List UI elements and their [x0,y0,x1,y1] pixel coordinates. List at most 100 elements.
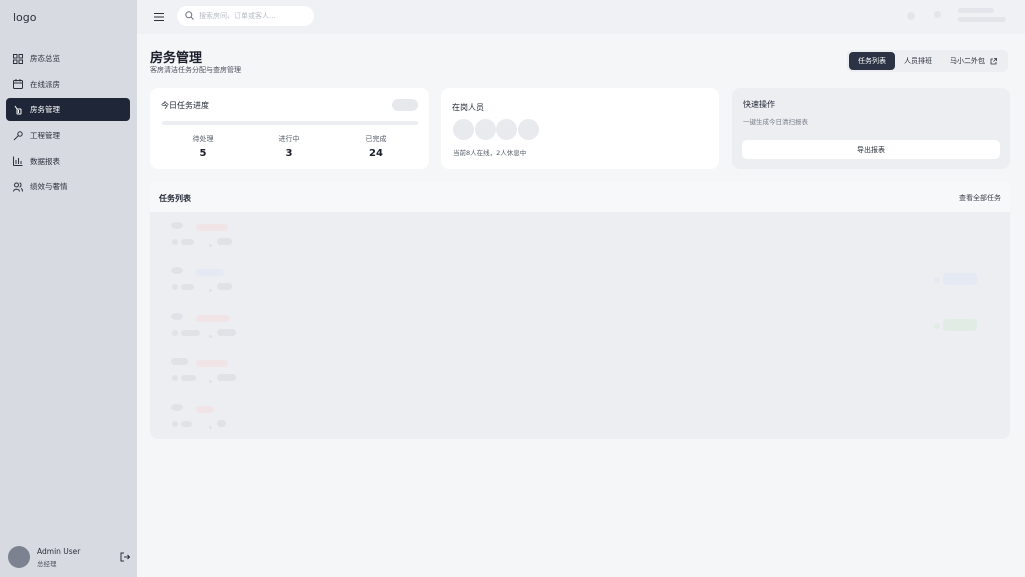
notification-icon[interactable] [907,12,915,20]
search-icon [185,10,194,22]
progress-bar [162,121,418,125]
settings-icon[interactable] [934,11,941,18]
broom-icon [13,105,23,115]
skeleton-block [217,329,236,336]
skeleton-block [172,239,178,245]
sidebar-item-room-overview[interactable]: 房态总览 [6,47,130,70]
wrench-icon [13,130,23,141]
skeleton-block [217,283,232,290]
skeleton-block [196,269,224,276]
skeleton-block [934,277,940,283]
tab-staff-schedule[interactable]: 人员排班 [895,52,941,70]
skeleton-block [171,313,183,320]
tab-label: 马小二外包 [950,57,985,65]
card-title: 今日任务进度 [161,101,209,110]
skeleton-block [171,358,188,365]
staff-status-text: 当前8人在线，2人休息中 [453,149,527,157]
skeleton-badge [943,273,977,285]
list-item[interactable] [150,402,1010,442]
logout-icon[interactable] [120,552,130,562]
skeleton-badge [943,319,977,331]
top-header [137,0,1025,34]
skeleton-block [181,239,194,245]
avatar[interactable] [517,119,539,140]
skeleton-block [209,244,212,247]
skeleton-block [171,404,183,411]
tab-task-list[interactable]: 任务列表 [849,52,895,70]
calendar-icon [13,79,23,90]
user-profile: Admin User 总经理 [8,545,130,569]
external-link-icon [990,57,997,64]
stat-value: 3 [285,148,293,159]
user-name: Admin User [37,546,81,556]
search-input[interactable] [199,12,309,20]
stat-pending: 待处理 5 [173,134,233,159]
sidebar-item-label: 工程管理 [30,131,60,141]
page-subtitle: 客房清洁任务分配与查房管理 [150,66,241,74]
users-icon [13,182,23,192]
bar-chart-icon [13,156,23,167]
avatar[interactable] [453,119,474,140]
list-item[interactable] [150,356,1010,396]
list-item[interactable] [150,265,1010,305]
card-title: 快速操作 [743,100,775,109]
quick-actions-card: 快速操作 一键生成今日清扫报表 导出报表 [732,88,1010,169]
skeleton-block [196,315,230,322]
skeleton-block [196,224,228,231]
staff-avatar-group [453,119,539,140]
search-box [177,6,314,26]
skeleton-block [181,330,200,336]
skeleton-block [209,380,212,383]
grid-icon [13,53,23,64]
export-report-button[interactable]: 导出报表 [742,140,1000,159]
sidebar-item-reports[interactable]: 数据报表 [6,150,130,173]
skeleton-block [172,421,178,427]
sidebar-item-label: 绩效与奢情 [30,182,68,192]
skeleton-block [934,323,940,329]
card-subtitle: 一键生成今日清扫报表 [743,118,808,126]
stat-value: 24 [369,148,383,159]
user-role: 总经理 [37,559,57,568]
on-duty-staff-card: 在岗人员 当前8人在线，2人休息中 [441,88,719,169]
skeleton-block [209,335,212,338]
sidebar-item-housekeeping[interactable]: 房务管理 [6,98,130,122]
toggle-switch[interactable] [392,99,418,111]
stat-completed: 已完成 24 [346,134,406,159]
logo[interactable]: logo [13,11,37,24]
sidebar-item-label: 在线派房 [30,79,60,89]
stat-label: 进行中 [278,135,300,143]
skeleton-block [181,375,196,381]
task-progress-card: 今日任务进度 待处理 5 进行中 3 已完成 24 [150,88,429,169]
stat-label: 已完成 [365,135,387,143]
skeleton-block [196,406,214,413]
skeleton-block [181,421,192,427]
skeleton-block [209,289,212,292]
tab-outsourcing[interactable]: 马小二外包 [941,52,1006,70]
user-role-placeholder [958,17,1006,22]
avatar[interactable] [496,119,517,140]
skeleton-block [181,284,194,290]
avatar[interactable] [474,119,496,140]
card-title: 在岗人员 [452,103,484,112]
stat-in-progress: 进行中 3 [259,134,319,159]
menu-icon[interactable] [153,11,165,23]
sidebar-item-engineering[interactable]: 工程管理 [6,124,130,147]
skeleton-block [217,374,236,381]
sidebar-item-performance[interactable]: 绩效与奢情 [6,175,130,198]
sidebar: logo 房态总览 在线派房 房务管理 工程管理 数据报表 绩效与奢情 Admi… [0,0,137,577]
skeleton-block [172,330,178,336]
user-info: Admin User 总经理 [37,547,120,568]
section-title: 任务列表 [159,194,191,203]
list-item[interactable] [150,311,1010,351]
avatar[interactable] [8,546,30,568]
sidebar-item-online-dispatch[interactable]: 在线派房 [6,73,130,96]
stat-label: 待处理 [192,135,214,143]
view-all-tasks-link[interactable]: 查看全部任务 [959,193,1001,203]
skeleton-block [217,420,226,427]
skeleton-block [196,360,228,367]
sidebar-item-label: 房务管理 [30,105,60,115]
list-item[interactable] [150,220,1010,260]
skeleton-block [171,222,183,229]
skeleton-block [209,426,212,429]
skeleton-block [171,267,183,274]
